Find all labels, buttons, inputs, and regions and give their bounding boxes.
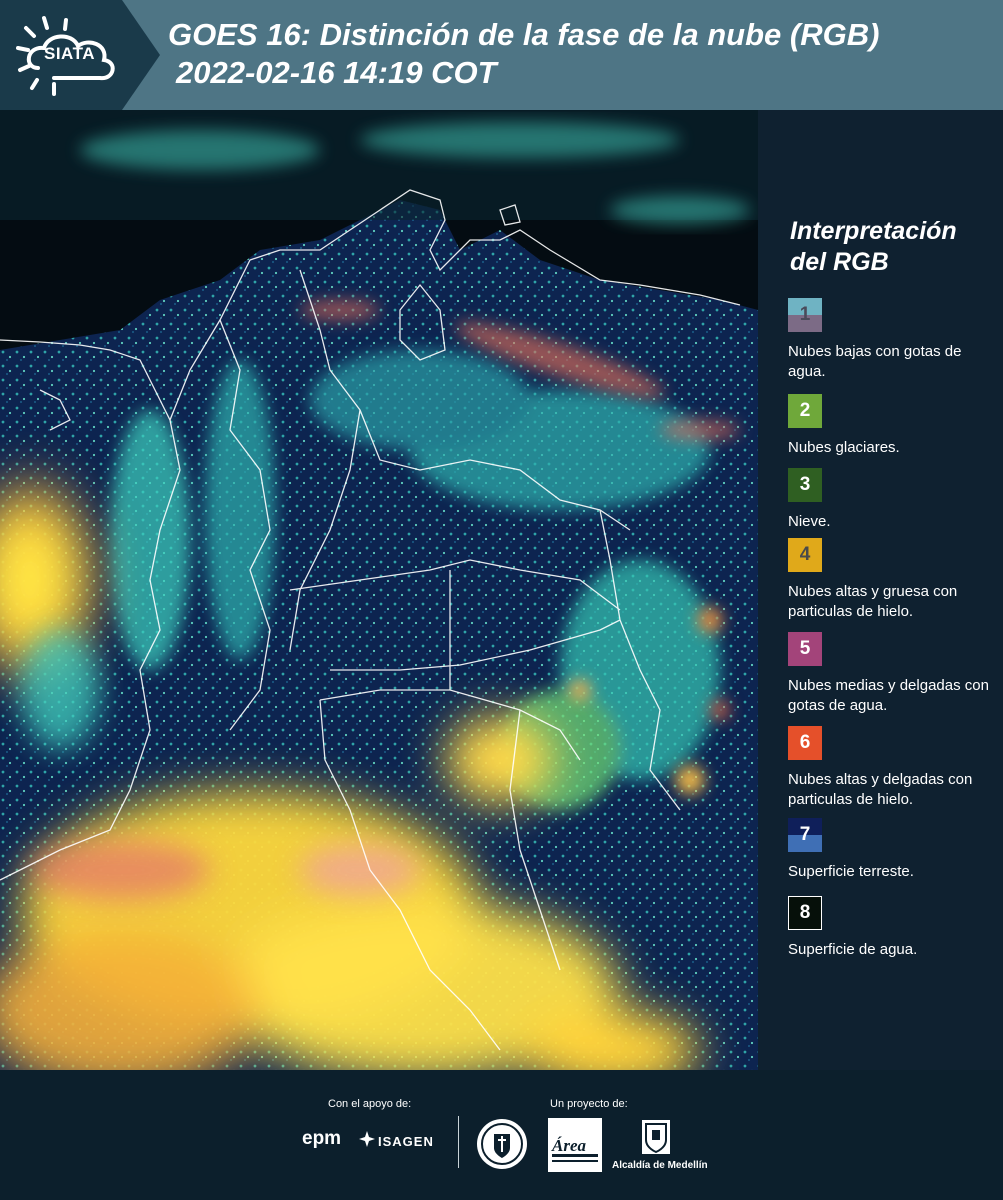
legend-item-5: 5 Nubes medias y delgadas con gotas de a…	[788, 632, 1000, 716]
legend-label: Nubes glaciares.	[788, 439, 900, 456]
legend-panel: Interpretación del RGB 1 Nubes bajas con…	[758, 110, 1003, 1070]
legend-item-2: 2 Nubes glaciares.	[788, 394, 1000, 458]
legend-title: Interpretación del RGB	[790, 217, 957, 276]
legend-label: Nubes medias y delgadas con gotas de agu…	[788, 677, 989, 714]
legend-label: Superficie terreste.	[788, 863, 914, 880]
alcaldia-logo-text: Alcaldía de Medellín	[612, 1160, 708, 1171]
university-seal-icon	[477, 1119, 527, 1169]
legend-swatch-3: 3	[788, 468, 822, 502]
legend-swatch-8: 8	[788, 896, 822, 930]
legend-number: 5	[799, 638, 811, 659]
legend-number: 2	[799, 400, 811, 421]
satellite-map-canvas	[0, 110, 758, 1070]
legend-label: Nubes altas y gruesa con particulas de h…	[788, 583, 958, 620]
footer: Con el apoyo de: Un proyecto de: epm ISA…	[0, 1070, 1003, 1200]
epm-logo: epm	[302, 1128, 342, 1149]
legend-item-8: 8 Superficie de agua.	[788, 896, 1000, 960]
isagen-logo: ISAGEN	[378, 1134, 434, 1149]
project-caption: Un proyecto de:	[550, 1098, 628, 1110]
legend-label: Nieve.	[788, 513, 831, 530]
header-bar: SIATA GOES 16: Distinción de la fase de …	[0, 0, 1003, 110]
legend-number: 8	[799, 902, 811, 923]
legend-number: 6	[799, 732, 811, 753]
legend-label: Nubes altas y delgadas con particulas de…	[788, 771, 973, 808]
isagen-mark-icon	[359, 1131, 375, 1147]
legend-swatch-1: 1	[788, 298, 822, 332]
legend-item-7: 7 Superficie terreste.	[788, 818, 1000, 882]
footer-divider	[458, 1116, 459, 1168]
page-title: GOES 16: Distinción de la fase de la nub…	[168, 16, 998, 92]
legend-item-3: 3 Nieve.	[788, 468, 1000, 532]
legend-item-1: 1 Nubes bajas con gotas de agua.	[788, 298, 1000, 382]
legend-number: 7	[799, 824, 811, 845]
legend-swatch-6: 6	[788, 726, 822, 760]
legend-item-6: 6 Nubes altas y delgadas con particulas …	[788, 726, 1000, 810]
legend-swatch-7: 7	[788, 818, 822, 852]
support-caption: Con el apoyo de:	[328, 1098, 412, 1110]
legend-number: 4	[799, 544, 811, 565]
title-line-1: GOES 16: Distinción de la fase de la nub…	[168, 17, 880, 52]
legend-swatch-5: 5	[788, 632, 822, 666]
legend-swatch-2: 2	[788, 394, 822, 428]
legend-label: Superficie de agua.	[788, 941, 918, 958]
legend-number: 3	[799, 474, 811, 495]
legend-number: 1	[799, 304, 811, 325]
legend-label: Nubes bajas con gotas de agua.	[788, 343, 962, 380]
satellite-image	[0, 110, 758, 1070]
legend-item-4: 4 Nubes altas y gruesa con particulas de…	[788, 538, 1000, 622]
title-line-2: 2022-02-16 14:19 COT	[176, 55, 497, 90]
logo-text: SIATA	[44, 44, 95, 63]
legend-swatch-4: 4	[788, 538, 822, 572]
coat-of-arms-icon	[642, 1120, 670, 1154]
area-logo-text: Área	[552, 1136, 586, 1155]
